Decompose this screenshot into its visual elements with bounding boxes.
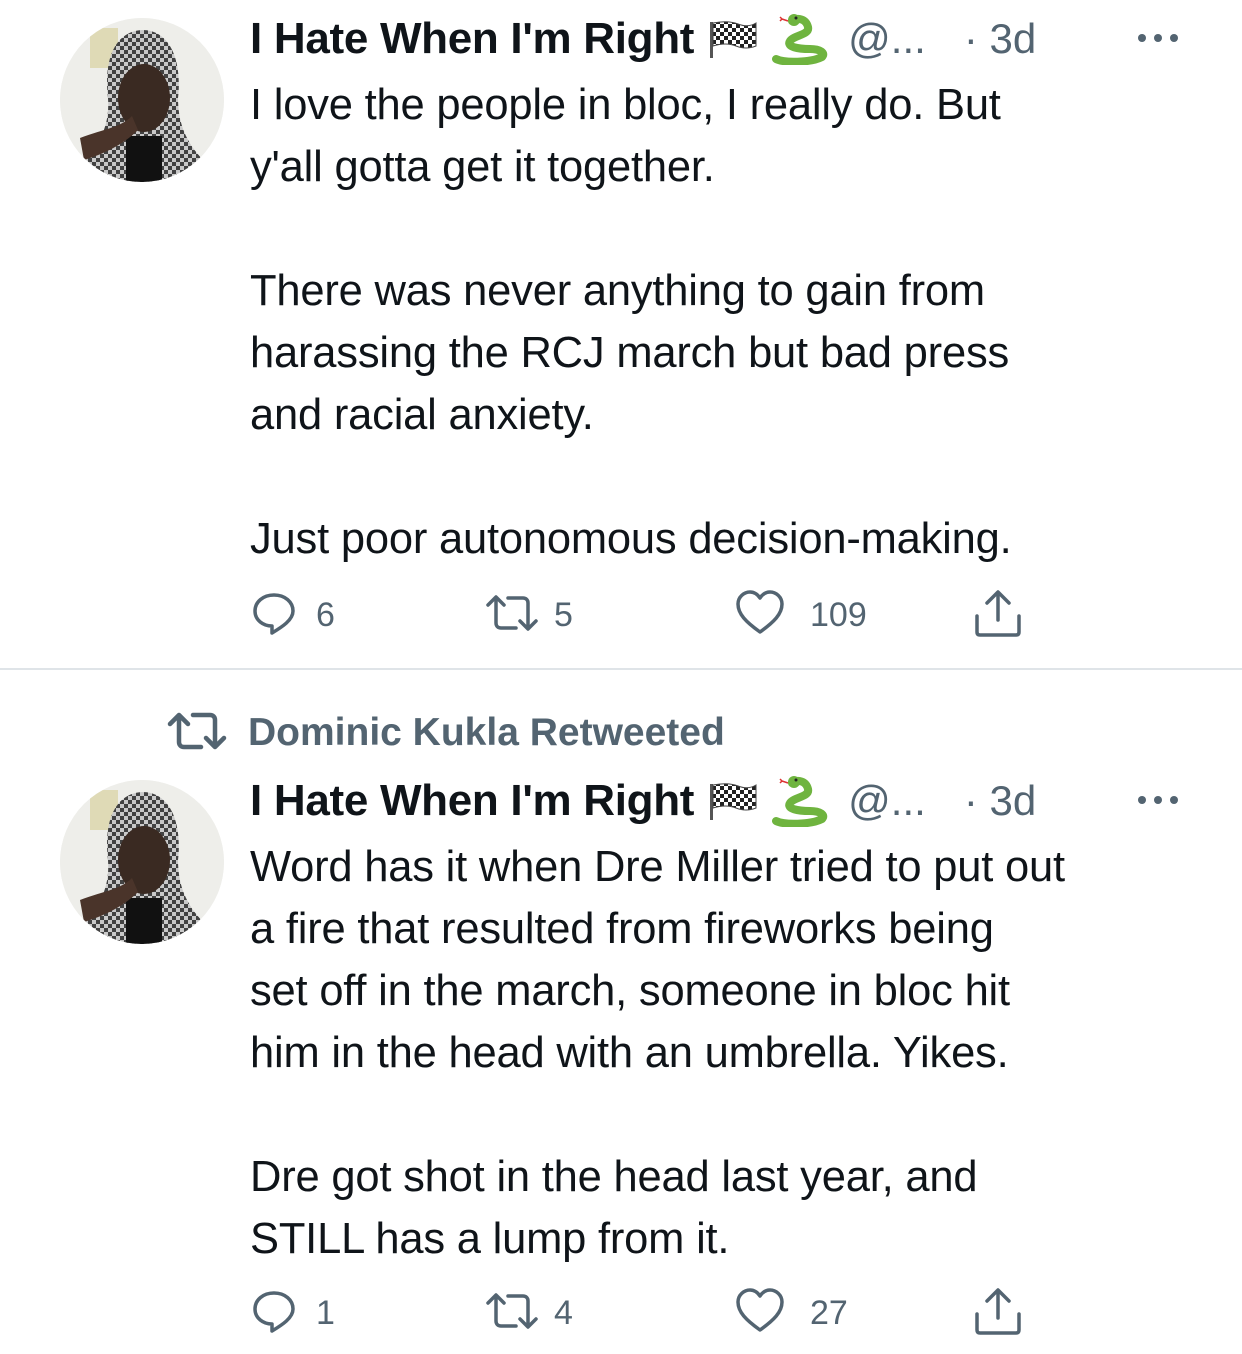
handle[interactable]: @... — [848, 15, 926, 63]
like-icon — [734, 589, 786, 642]
more-icon[interactable] — [1134, 790, 1182, 810]
timestamp[interactable]: · 3d — [964, 15, 1036, 63]
avatar[interactable] — [60, 780, 224, 944]
retweet-count: 5 — [554, 595, 573, 634]
like-button[interactable]: 27 — [734, 1287, 848, 1340]
tweet-actions: 6 5 109 — [250, 588, 1050, 643]
retweet-count: 4 — [554, 1293, 573, 1332]
retweet-button[interactable]: 4 — [484, 1288, 573, 1338]
chequered-flag-icon — [708, 20, 758, 58]
tweet-2[interactable]: I Hate When I'm Right @... · 3d Word has… — [0, 670, 1242, 1354]
share-button[interactable] — [972, 588, 1024, 643]
tweet-1[interactable]: I Hate When I'm Right @... · 3d I love t… — [0, 0, 1242, 668]
display-name[interactable]: I Hate When I'm Right — [250, 776, 694, 826]
retweet-icon — [484, 1289, 540, 1338]
tweet-text: I love the people in bloc, I really do. … — [250, 81, 1012, 563]
share-icon — [972, 1286, 1024, 1341]
more-icon[interactable] — [1134, 28, 1182, 48]
tweet-text: Word has it when Dre Miller tried to put… — [250, 843, 1065, 1263]
tweet-header: I Hate When I'm Right @... · 3d — [250, 775, 1182, 828]
avatar[interactable] — [60, 18, 224, 182]
retweet-button[interactable]: 5 — [484, 590, 573, 640]
share-button[interactable] — [972, 1286, 1024, 1341]
display-name[interactable]: I Hate When I'm Right — [250, 14, 694, 64]
handle[interactable]: @... — [848, 777, 926, 825]
like-button[interactable]: 109 — [734, 589, 867, 642]
snake-icon — [770, 775, 828, 828]
like-icon — [734, 1287, 786, 1340]
reply-button[interactable]: 1 — [250, 1288, 335, 1338]
chequered-flag-icon — [708, 782, 758, 820]
like-count: 27 — [810, 1293, 848, 1332]
snake-icon — [770, 13, 828, 66]
reply-button[interactable]: 6 — [250, 590, 335, 640]
retweet-icon — [484, 591, 540, 640]
tweet-actions: 1 4 27 — [250, 1286, 1050, 1341]
reply-count: 6 — [316, 595, 335, 634]
reply-icon — [250, 1287, 298, 1340]
share-icon — [972, 588, 1024, 643]
reply-count: 1 — [316, 1293, 335, 1332]
reply-icon — [250, 589, 298, 642]
tweet-header: I Hate When I'm Right @... · 3d — [250, 13, 1182, 66]
timestamp[interactable]: · 3d — [964, 777, 1036, 825]
like-count: 109 — [810, 595, 867, 634]
